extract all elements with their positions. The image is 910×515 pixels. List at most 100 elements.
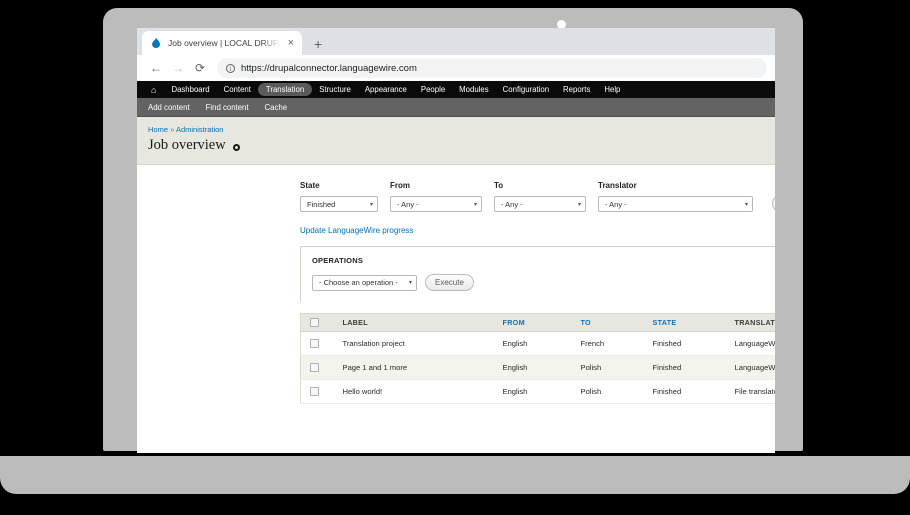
page-title: Job overview xyxy=(148,137,226,154)
state-select[interactable]: Finished ▾ xyxy=(300,196,378,212)
cell-to: French xyxy=(573,332,645,356)
operations-legend: OPERATIONS xyxy=(312,256,775,265)
row-checkbox-cell xyxy=(301,356,335,380)
to-select-value: - Any - xyxy=(501,200,523,209)
nav-item-modules[interactable]: Modules xyxy=(452,83,495,96)
execute-button[interactable]: Execute xyxy=(425,274,474,291)
breadcrumb-separator: » xyxy=(170,125,174,134)
nav-item-content[interactable]: Content xyxy=(217,83,258,96)
jobs-table-head: LABEL FROM TO STATE TRANSLATOR xyxy=(301,314,776,332)
subnav-item-cache[interactable]: Cache xyxy=(265,101,296,114)
header-translator[interactable]: TRANSLATOR xyxy=(727,314,776,332)
header-from[interactable]: FROM xyxy=(495,314,573,332)
filter-group-translator: Translator - Any - ▾ xyxy=(598,181,753,212)
table-row[interactable]: Hello world! English Polish Finished Fil… xyxy=(301,380,776,404)
content-area: State Finished ▾ From - Any - ▾ To xyxy=(137,165,775,404)
row-checkbox[interactable] xyxy=(310,363,319,372)
header-label[interactable]: LABEL xyxy=(335,314,495,332)
operation-select-value: - Choose an operation - xyxy=(319,278,398,287)
from-select-value: - Any - xyxy=(397,200,419,209)
cell-label: Page 1 and 1 more xyxy=(335,356,495,380)
cell-state: Finished xyxy=(645,380,727,404)
header-to[interactable]: TO xyxy=(573,314,645,332)
chevron-down-icon: ▾ xyxy=(409,279,412,286)
table-header-row: LABEL FROM TO STATE TRANSLATOR xyxy=(301,314,776,332)
row-checkbox[interactable] xyxy=(310,339,319,348)
filter-row: State Finished ▾ From - Any - ▾ To xyxy=(137,181,775,212)
translator-label: Translator xyxy=(598,181,753,190)
page-viewport: ⌂ Dashboard Content Translation Structur… xyxy=(137,81,775,453)
jobs-table-body: Translation project English French Finis… xyxy=(301,332,776,404)
state-label: State xyxy=(300,181,378,190)
device-base xyxy=(0,456,910,494)
table-row[interactable]: Translation project English French Finis… xyxy=(301,332,776,356)
gear-icon[interactable] xyxy=(233,144,240,151)
subnav-item-add-content[interactable]: Add content xyxy=(148,101,198,114)
row-checkbox-cell xyxy=(301,332,335,356)
select-all-header xyxy=(301,314,335,332)
cell-label: Hello world! xyxy=(335,380,495,404)
cell-translator: LanguageWire Connector xyxy=(727,332,776,356)
new-tab-icon[interactable]: + xyxy=(314,37,322,51)
nav-item-appearance[interactable]: Appearance xyxy=(358,83,414,96)
home-icon[interactable]: ⌂ xyxy=(147,85,164,95)
cell-state: Finished xyxy=(645,332,727,356)
row-checkbox-cell xyxy=(301,380,335,404)
browser-tab-strip: Job overview | LOCAL DRUPAL 7 × + xyxy=(137,28,775,55)
page-title-row: Job overview xyxy=(148,137,775,154)
cell-from: English xyxy=(495,380,573,404)
translator-select[interactable]: - Any - ▾ xyxy=(598,196,753,212)
nav-item-people[interactable]: People xyxy=(414,83,452,96)
to-select[interactable]: - Any - ▾ xyxy=(494,196,586,212)
translator-select-value: - Any - xyxy=(605,200,627,209)
admin-main-nav: ⌂ Dashboard Content Translation Structur… xyxy=(137,81,775,98)
filter-group-state: State Finished ▾ xyxy=(300,181,378,212)
state-select-value: Finished xyxy=(307,200,335,209)
breadcrumb-administration[interactable]: Administration xyxy=(176,125,224,134)
chevron-down-icon: ▾ xyxy=(474,201,477,208)
filter-group-to: To - Any - ▾ xyxy=(494,181,586,212)
cell-translator: File translator (auto created) xyxy=(727,380,776,404)
header-state[interactable]: STATE xyxy=(645,314,727,332)
forward-icon[interactable]: → xyxy=(167,58,189,78)
url-text: https://drupalconnector.languagewire.com xyxy=(241,63,417,74)
nav-item-structure[interactable]: Structure xyxy=(312,83,358,96)
cell-from: English xyxy=(495,356,573,380)
nav-item-reports[interactable]: Reports xyxy=(556,83,597,96)
chevron-down-icon: ▾ xyxy=(370,201,373,208)
browser-window: Job overview | LOCAL DRUPAL 7 × + ← → ⟳ … xyxy=(137,28,775,453)
reload-icon[interactable]: ⟳ xyxy=(189,58,211,78)
back-icon[interactable]: ← xyxy=(145,58,167,78)
nav-item-help[interactable]: Help xyxy=(597,83,627,96)
select-all-checkbox[interactable] xyxy=(310,318,319,327)
nav-item-dashboard[interactable]: Dashboard xyxy=(164,83,216,96)
browser-tab[interactable]: Job overview | LOCAL DRUPAL 7 × xyxy=(142,31,302,55)
browser-tab-title: Job overview | LOCAL DRUPAL 7 xyxy=(168,38,280,48)
cell-translator: LanguageWire Connector xyxy=(727,356,776,380)
row-checkbox[interactable] xyxy=(310,387,319,396)
admin-sub-nav: Add content Find content Cache xyxy=(137,98,775,117)
cell-label: Translation project xyxy=(335,332,495,356)
nav-item-translation[interactable]: Translation xyxy=(258,83,312,96)
url-input[interactable]: i https://drupalconnector.languagewire.c… xyxy=(217,58,767,78)
operations-fieldset: OPERATIONS - Choose an operation - ▾ Exe… xyxy=(300,246,775,302)
update-progress-link[interactable]: Update LanguageWire progress xyxy=(300,226,775,235)
operation-select[interactable]: - Choose an operation - ▾ xyxy=(312,275,417,291)
table-row[interactable]: Page 1 and 1 more English Polish Finishe… xyxy=(301,356,776,380)
jobs-table: LABEL FROM TO STATE TRANSLATOR Translati… xyxy=(300,313,775,404)
browser-address-bar: ← → ⟳ i https://drupalconnector.language… xyxy=(137,55,775,81)
subnav-item-find-content[interactable]: Find content xyxy=(206,101,257,114)
breadcrumb-home[interactable]: Home xyxy=(148,125,168,134)
site-info-icon[interactable]: i xyxy=(226,64,235,73)
cell-state: Finished xyxy=(645,356,727,380)
nav-item-configuration[interactable]: Configuration xyxy=(496,83,556,96)
chevron-down-icon: ▾ xyxy=(745,201,748,208)
cell-to: Polish xyxy=(573,380,645,404)
filter-group-from: From - Any - ▾ xyxy=(390,181,482,212)
close-icon[interactable]: × xyxy=(286,38,296,49)
chevron-down-icon: ▾ xyxy=(578,201,581,208)
apply-button[interactable]: Apply xyxy=(772,195,775,212)
cell-to: Polish xyxy=(573,356,645,380)
from-select[interactable]: - Any - ▾ xyxy=(390,196,482,212)
from-label: From xyxy=(390,181,482,190)
